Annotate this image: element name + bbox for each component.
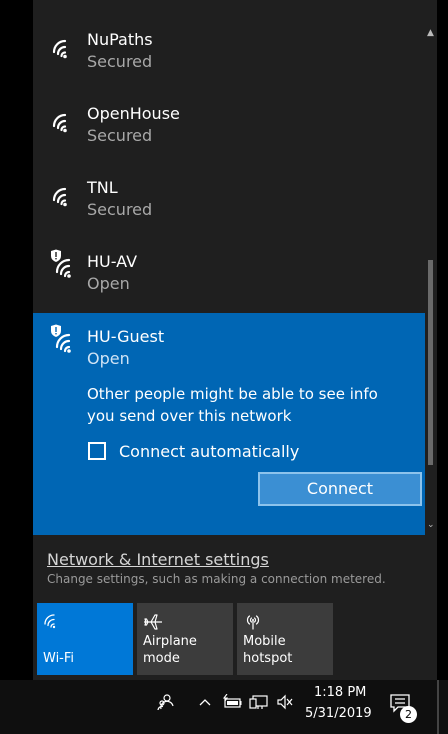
wifi-shield-icon [51, 249, 71, 278]
clock-date[interactable]: 5/31/2019 [305, 706, 372, 721]
network-ethernet-icon[interactable] [249, 694, 269, 710]
network-status: Open [87, 349, 130, 368]
network-status: Open [87, 274, 130, 293]
wifi-icon [44, 614, 56, 629]
network-flyout: NuPaths Secured OpenHouse Secured TNL Se… [33, 24, 437, 680]
flyout-top [33, 0, 437, 24]
security-warning: Other people might be able to see info y… [87, 385, 378, 425]
network-name: HU-AV [87, 252, 138, 271]
show-desktop-edge[interactable] [437, 680, 439, 734]
network-name: NuPaths [87, 30, 153, 49]
people-icon[interactable] [157, 693, 175, 711]
notification-count-badge: 2 [400, 706, 417, 723]
chevron-up-icon[interactable] [199, 698, 211, 706]
network-status: Secured [87, 200, 153, 219]
scroll-up-arrow-icon[interactable]: ▲ [427, 28, 434, 38]
scrollbar-thumb[interactable] [428, 260, 433, 465]
airplane-icon [144, 614, 162, 630]
taskbar: 1:18 PM 5/31/2019 2 [0, 680, 448, 734]
network-settings-link[interactable]: Network & Internet settings [47, 550, 269, 569]
wifi-tile-label: Wi-Fi [43, 651, 75, 666]
battery-charging-icon[interactable] [222, 694, 242, 710]
hotspot-tile-label: Mobile hotspot [243, 634, 293, 666]
network-name: TNL [87, 178, 118, 197]
wifi-icon [52, 113, 67, 133]
network-name: HU-Guest [87, 327, 165, 346]
desktop-left-edge [0, 0, 33, 680]
mobile-hotspot-tile[interactable]: Mobile hotspot [237, 603, 333, 675]
wifi-icon [52, 39, 67, 59]
volume-muted-icon[interactable] [276, 694, 294, 710]
network-status: Secured [87, 126, 153, 145]
wifi-icon [52, 187, 67, 207]
network-item-nupaths[interactable]: NuPaths Secured [33, 24, 423, 98]
desktop-right-edge [437, 0, 448, 680]
network-item-hu-av[interactable]: HU-AV Open [33, 246, 423, 320]
wifi-shield-icon [51, 324, 71, 353]
network-status: Secured [87, 52, 153, 71]
airplane-mode-tile[interactable]: Airplane mode [137, 603, 233, 675]
network-item-tnl[interactable]: TNL Secured [33, 172, 423, 246]
network-name: OpenHouse [87, 104, 180, 123]
hotspot-icon [246, 615, 260, 630]
network-settings-description: Change settings, such as making a connec… [47, 572, 386, 586]
wifi-toggle-tile[interactable]: Wi-Fi [37, 603, 133, 675]
scroll-down-arrow-icon[interactable]: ⌄ [427, 520, 435, 530]
connect-automatically-label[interactable]: Connect automatically [119, 442, 299, 461]
network-item-hu-guest[interactable]: HU-Guest Open Other people might be able… [33, 313, 425, 535]
connect-automatically-checkbox[interactable] [88, 442, 106, 460]
clock-time[interactable]: 1:18 PM [314, 685, 366, 700]
connect-button[interactable]: Connect [258, 472, 422, 506]
airplane-tile-label: Airplane mode [143, 634, 197, 666]
network-item-openhouse[interactable]: OpenHouse Secured [33, 98, 423, 172]
